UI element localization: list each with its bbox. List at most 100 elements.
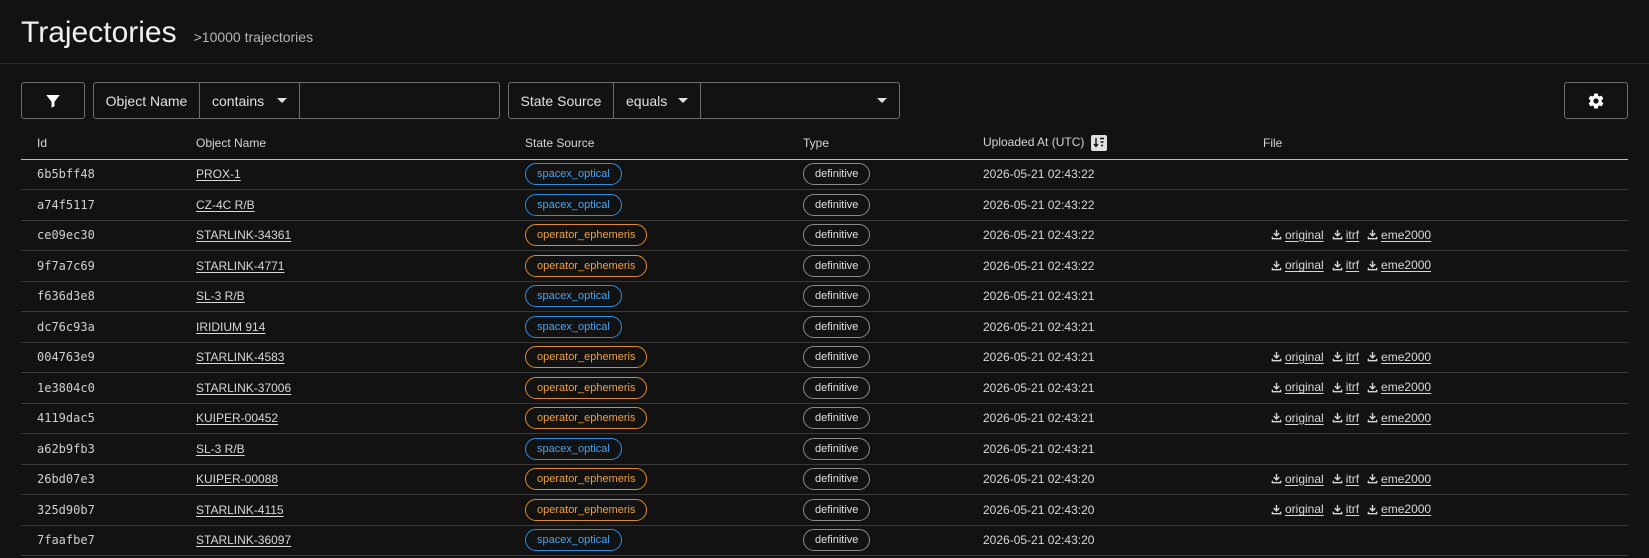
table-row[interactable]: 325d90b7 STARLINK-4115 operator_ephemeris d… [21,494,1628,526]
download-eme2000-link[interactable]: eme2000 [1367,472,1431,486]
download-original-link[interactable]: original [1271,472,1324,486]
cell-id: 7faafbe7 [21,525,196,556]
download-icon [1367,229,1378,240]
filter-toolbar: Object Name contains State Source equals [0,82,1649,119]
cell-file: original itrf eme2000 [1263,464,1628,495]
download-eme2000-link[interactable]: eme2000 [1367,380,1431,394]
download-original-link[interactable]: original [1271,380,1324,394]
state-source-chip: operator_ephemeris [525,376,648,399]
table-row[interactable]: a62b9fb3 SL-3 R/B spacex_optical definitive… [21,433,1628,465]
file-link-label: original [1285,258,1324,272]
type-chip: definitive [803,498,871,521]
filter-field-state-source[interactable]: State Source [509,83,614,118]
page-title: Trajectories [21,16,177,49]
object-name-link[interactable]: STARLINK-34361 [196,228,291,242]
state-source-chip: operator_ephemeris [525,254,648,277]
cell-file: original itrf eme2000 [1263,372,1628,404]
download-eme2000-link[interactable]: eme2000 [1367,411,1431,425]
table-row[interactable]: 1e3804c0 STARLINK-37006 operator_ephemeris… [21,372,1628,404]
object-name-link[interactable]: SL-3 R/B [196,442,245,456]
object-name-input[interactable] [300,83,499,118]
cell-file [1263,525,1628,556]
table-header-row: Id Object Name State Source Type Uploade… [21,128,1628,160]
column-header-uploaded-at[interactable]: Uploaded At (UTC) [983,128,1263,160]
settings-button[interactable] [1564,82,1628,119]
cell-uploaded-at: 2026-05-21 02:43:22 [983,189,1263,221]
cell-uploaded-at: 2026-05-21 02:43:21 [983,433,1263,465]
file-link-label: original [1285,471,1324,486]
object-name-link[interactable]: KUIPER-00452 [196,411,278,425]
download-itrf-link[interactable]: itrf [1332,258,1359,272]
object-name-link[interactable]: STARLINK-4583 [196,350,284,364]
download-itrf-link[interactable]: itrf [1332,380,1359,394]
download-icon [1271,229,1282,240]
state-source-select[interactable] [701,83,899,118]
object-name-link[interactable]: IRIDIUM 914 [196,320,265,334]
state-source-chip: spacex_optical [525,163,622,186]
file-link-label: original [1285,502,1324,516]
table-row[interactable]: dc76c93a IRIDIUM 914 spacex_optical definit… [21,311,1628,343]
object-name-link[interactable]: STARLINK-37006 [196,381,291,395]
sort-descending-icon[interactable] [1091,135,1108,152]
filter-operator-select[interactable]: contains [200,83,300,118]
type-chip: definitive [803,285,871,308]
column-header-object-name[interactable]: Object Name [196,128,525,160]
table-row[interactable]: 004763e9 STARLINK-4583 operator_ephemeris d… [21,342,1628,373]
filter-button[interactable] [21,82,85,119]
table-row[interactable]: f636d3e8 SL-3 R/B spacex_optical definitive… [21,281,1628,312]
table-row[interactable]: 26bd07e3 KUIPER-00088 operator_ephemeris de… [21,464,1628,495]
table-row[interactable]: a74f5117 CZ-4C R/B spacex_optical definitiv… [21,189,1628,221]
object-name-link[interactable]: SL-3 R/B [196,289,245,303]
cell-uploaded-at: 2026-05-21 02:43:21 [983,342,1263,373]
table-row[interactable]: 4119dac5 KUIPER-00452 operator_ephemeris de… [21,403,1628,434]
cell-uploaded-at: 2026-05-21 02:43:22 [983,250,1263,282]
download-original-link[interactable]: original [1271,228,1324,242]
download-original-link[interactable]: original [1271,350,1324,364]
download-original-link[interactable]: original [1271,258,1324,272]
file-link-label: eme2000 [1381,410,1432,425]
download-eme2000-link[interactable]: eme2000 [1367,350,1431,364]
object-name-link[interactable]: STARLINK-36097 [196,533,291,547]
download-itrf-link[interactable]: itrf [1332,411,1359,425]
object-name-link[interactable]: STARLINK-4771 [196,259,284,273]
download-itrf-link[interactable]: itrf [1332,502,1359,516]
download-itrf-link[interactable]: itrf [1332,472,1359,486]
filter-field-object-name[interactable]: Object Name [94,83,200,118]
state-source-chip: spacex_optical [525,285,622,308]
file-link-label: eme2000 [1381,227,1432,242]
state-source-chip: operator_ephemeris [525,224,648,247]
object-name-link[interactable]: KUIPER-00088 [196,472,278,486]
column-header-type[interactable]: Type [803,128,983,160]
table-row[interactable]: 6b5bff48 PROX-1 spacex_optical definitive 20… [21,159,1628,190]
download-original-link[interactable]: original [1271,502,1324,516]
cell-id: 26bd07e3 [21,464,196,495]
download-eme2000-link[interactable]: eme2000 [1367,228,1431,242]
cell-uploaded-at: 2026-05-21 02:43:21 [983,372,1263,404]
state-source-chip: operator_ephemeris [525,346,648,369]
file-link-label: eme2000 [1381,502,1432,516]
table-row[interactable]: ce09ec30 STARLINK-34361 operator_ephemeris… [21,220,1628,251]
download-original-link[interactable]: original [1271,411,1324,425]
object-name-link[interactable]: PROX-1 [196,167,241,181]
object-name-link[interactable]: CZ-4C R/B [196,198,255,212]
cell-id: ce09ec30 [21,220,196,251]
column-header-state-source[interactable]: State Source [525,128,803,160]
cell-id: 325d90b7 [21,494,196,526]
download-eme2000-link[interactable]: eme2000 [1367,258,1431,272]
type-chip: definitive [803,376,871,399]
filter-operator-select[interactable]: equals [614,83,701,118]
state-source-chip: operator_ephemeris [525,498,648,521]
download-eme2000-link[interactable]: eme2000 [1367,502,1431,516]
download-itrf-link[interactable]: itrf [1332,228,1359,242]
cell-uploaded-at: 2026-05-21 02:43:22 [983,159,1263,190]
object-name-link[interactable]: STARLINK-4115 [196,503,284,517]
table-row[interactable]: 9f7a7c69 STARLINK-4771 operator_ephemeris d… [21,250,1628,282]
cell-id: a62b9fb3 [21,433,196,465]
cell-uploaded-at: 2026-05-21 02:43:20 [983,494,1263,526]
table-row[interactable]: 7faafbe7 STARLINK-36097 spacex_optical defi… [21,525,1628,556]
cell-id: a74f5117 [21,189,196,221]
download-itrf-link[interactable]: itrf [1332,350,1359,364]
column-header-id[interactable]: Id [21,128,196,160]
column-header-uploaded-at-label: Uploaded At (UTC) [983,135,1085,150]
download-icon [1332,473,1343,484]
